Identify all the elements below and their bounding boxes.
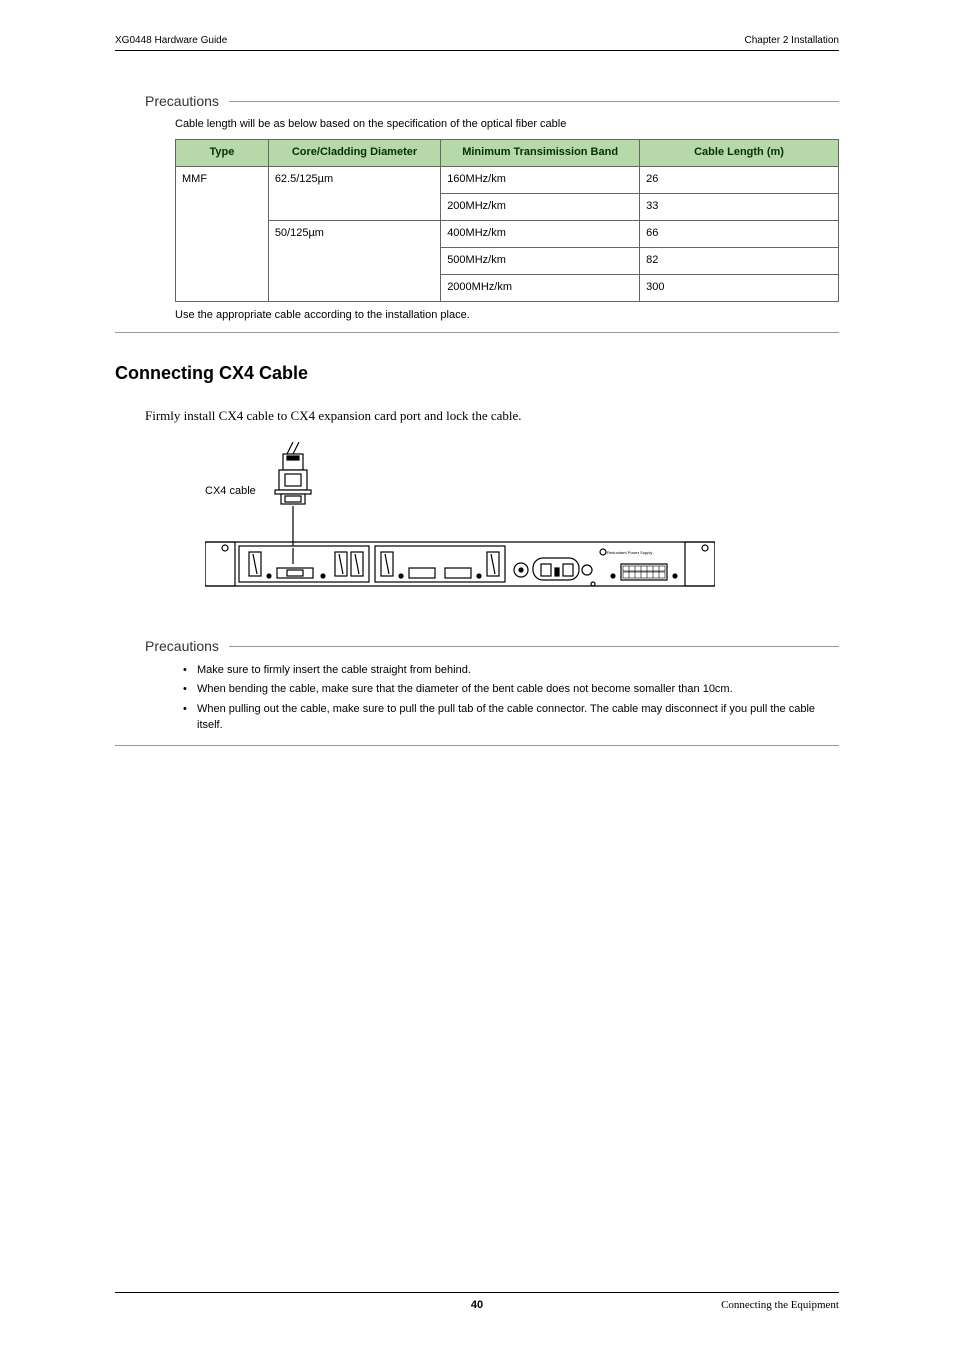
cell-band: 500MHz/km	[441, 247, 640, 274]
cell-length: 33	[640, 193, 839, 220]
section-body: Firmly install CX4 cable to CX4 expansio…	[145, 408, 839, 424]
list-item: When bending the cable, make sure that t…	[175, 681, 839, 698]
list-item: When pulling out the cable, make sure to…	[175, 701, 839, 734]
figure-caption: CX4 cable	[205, 485, 256, 497]
cx4-figure: CX4 cable	[205, 442, 839, 602]
cable-length-table: Type Core/Cladding Diameter Minimum Tran…	[175, 139, 839, 302]
cell-length: 26	[640, 166, 839, 193]
precautions-title-2: Precautions	[145, 638, 229, 654]
cell-length: 82	[640, 247, 839, 274]
running-header: XG0448 Hardware Guide Chapter 2 Installa…	[115, 35, 839, 51]
cell-length: 66	[640, 220, 839, 247]
cell-band: 160MHz/km	[441, 166, 640, 193]
cell-diam: 62.5/125µm	[268, 166, 440, 220]
cx4-diagram-icon: CX4 cable	[205, 442, 715, 602]
th-length: Cable Length (m)	[640, 139, 839, 166]
header-left: XG0448 Hardware Guide	[115, 35, 227, 46]
precautions-cable-length: Precautions Cable length will be as belo…	[115, 93, 839, 333]
title-rule	[229, 101, 839, 102]
page-number: 40	[115, 1299, 839, 1311]
cell-band: 2000MHz/km	[441, 274, 640, 301]
th-type: Type	[176, 139, 269, 166]
th-diam: Core/Cladding Diameter	[268, 139, 440, 166]
cell-band: 200MHz/km	[441, 193, 640, 220]
header-right: Chapter 2 Installation	[744, 35, 839, 46]
precaution-list: Make sure to firmly insert the cable str…	[175, 662, 839, 734]
page-footer: 40 Connecting the Equipment	[115, 1292, 839, 1311]
section-heading: Connecting CX4 Cable	[115, 363, 839, 384]
table-row: MMF 62.5/125µm 160MHz/km 26	[176, 166, 839, 193]
table-row: 50/125µm 400MHz/km 66	[176, 220, 839, 247]
precautions-outro: Use the appropriate cable according to t…	[175, 308, 839, 324]
th-band: Minimum Transimission Band	[441, 139, 640, 166]
list-item: Make sure to firmly insert the cable str…	[175, 662, 839, 679]
precautions-intro: Cable length will be as below based on t…	[175, 117, 839, 133]
cell-band: 400MHz/km	[441, 220, 640, 247]
title-rule	[229, 646, 839, 647]
cell-diam: 50/125µm	[268, 220, 440, 301]
precautions-title: Precautions	[145, 93, 229, 109]
cell-length: 300	[640, 274, 839, 301]
cell-type: MMF	[176, 166, 269, 301]
precautions-cx4: Precautions Make sure to firmly insert t…	[115, 638, 839, 746]
rear-label: Redundant Power Supply	[607, 550, 652, 555]
